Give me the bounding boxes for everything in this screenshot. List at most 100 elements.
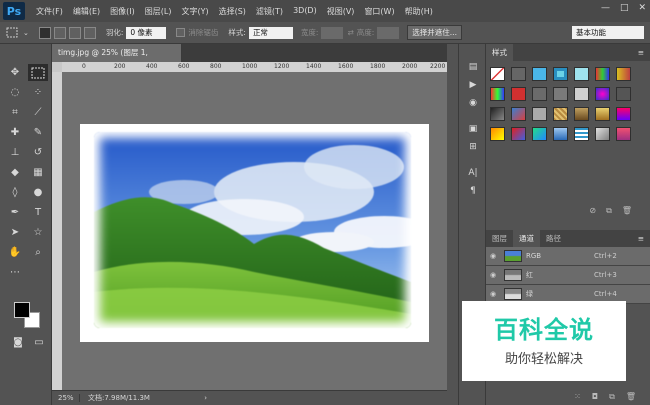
- color-swatches[interactable]: [14, 302, 42, 330]
- paragraph-panel-icon[interactable]: ¶: [459, 182, 487, 200]
- more-tools-icon[interactable]: ⋯: [5, 264, 25, 281]
- style-swatch[interactable]: [553, 107, 568, 121]
- minimize-button[interactable]: —: [601, 3, 610, 13]
- swatches-panel-icon[interactable]: ◉: [459, 94, 487, 112]
- width-input[interactable]: [321, 26, 344, 39]
- status-menu-arrow-icon[interactable]: ›: [204, 394, 207, 402]
- new-channel-icon[interactable]: ⧉: [609, 392, 615, 402]
- shape-tool-icon[interactable]: ☆: [28, 224, 48, 241]
- character-panel-icon[interactable]: A|: [459, 164, 487, 182]
- delete-style-icon[interactable]: 🗑: [622, 206, 632, 222]
- marquee-tool-icon[interactable]: [28, 64, 48, 81]
- style-swatch[interactable]: [595, 127, 610, 141]
- eye-icon[interactable]: ◉: [486, 271, 500, 279]
- menu-select[interactable]: 选择(S): [214, 6, 251, 17]
- swap-icon[interactable]: ⇄: [347, 28, 353, 37]
- menu-help[interactable]: 帮助(H): [400, 6, 438, 17]
- select-and-mask-button[interactable]: 选择并遮住...: [407, 25, 462, 40]
- style-swatch[interactable]: [490, 127, 505, 141]
- load-selection-icon[interactable]: ⁙: [574, 392, 581, 401]
- history-brush-tool-icon[interactable]: ↺: [28, 144, 48, 161]
- style-swatch[interactable]: [490, 67, 505, 81]
- history-panel-icon[interactable]: ▤: [459, 58, 487, 76]
- menu-window[interactable]: 窗口(W): [359, 6, 399, 17]
- style-swatch[interactable]: [616, 87, 631, 101]
- actions-play-icon[interactable]: ▶: [459, 76, 487, 94]
- quick-mask-icon[interactable]: ◙: [8, 334, 28, 351]
- tab-paths[interactable]: 路径: [540, 230, 567, 247]
- save-selection-icon[interactable]: ◘: [592, 392, 598, 401]
- eyedropper-tool-icon[interactable]: ⟋: [28, 104, 48, 121]
- style-swatch[interactable]: [595, 107, 610, 121]
- menu-edit[interactable]: 编辑(E): [68, 6, 105, 17]
- menu-type[interactable]: 文字(Y): [176, 6, 213, 17]
- style-swatch[interactable]: [532, 107, 547, 121]
- zoom-level[interactable]: 25%: [52, 394, 80, 402]
- style-select[interactable]: 正常: [248, 26, 293, 39]
- canvas-area[interactable]: [62, 72, 447, 390]
- foreground-color[interactable]: [14, 302, 30, 318]
- tab-layers[interactable]: 图层: [486, 230, 513, 247]
- style-swatch[interactable]: [553, 127, 568, 141]
- style-swatch[interactable]: [490, 87, 505, 101]
- clear-style-icon[interactable]: ⊘: [589, 206, 596, 222]
- channel-row[interactable]: ◉ RGB Ctrl+2: [486, 247, 650, 266]
- subtract-selection-icon[interactable]: [68, 26, 81, 39]
- menu-filter[interactable]: 滤镜(T): [251, 6, 288, 17]
- lasso-tool-icon[interactable]: ◌: [5, 84, 25, 101]
- new-style-icon[interactable]: ⧉: [606, 206, 612, 222]
- style-swatch[interactable]: [574, 87, 589, 101]
- clone-stamp-tool-icon[interactable]: ⊥: [5, 144, 25, 161]
- panel-menu-icon[interactable]: ≡: [638, 48, 644, 57]
- restore-button[interactable]: □: [620, 3, 629, 13]
- style-swatch[interactable]: [511, 87, 526, 101]
- screen-mode-icon[interactable]: ▭: [29, 334, 49, 351]
- style-swatch[interactable]: [511, 67, 526, 81]
- antialias-checkbox[interactable]: [176, 28, 186, 37]
- brush-tool-icon[interactable]: ✎: [28, 124, 48, 141]
- pen-tool-icon[interactable]: ✒: [5, 204, 25, 221]
- marquee-preset-icon[interactable]: ⌄: [6, 27, 29, 39]
- healing-brush-tool-icon[interactable]: ✚: [5, 124, 25, 141]
- eye-icon[interactable]: ◉: [486, 290, 500, 298]
- menu-image[interactable]: 图像(I): [105, 6, 140, 17]
- adjustments-panel-icon[interactable]: ⊞: [459, 138, 487, 156]
- style-swatch[interactable]: [532, 87, 547, 101]
- style-swatch[interactable]: [532, 67, 547, 81]
- new-selection-icon[interactable]: [38, 26, 51, 39]
- style-swatch[interactable]: [616, 67, 631, 81]
- type-tool-icon[interactable]: T: [28, 204, 48, 221]
- crop-tool-icon[interactable]: ⌗: [5, 104, 25, 121]
- delete-channel-icon[interactable]: 🗑: [626, 392, 636, 401]
- add-selection-icon[interactable]: [53, 26, 66, 39]
- style-swatch[interactable]: [574, 67, 589, 81]
- properties-panel-icon[interactable]: ▣: [459, 120, 487, 138]
- quick-select-tool-icon[interactable]: ⁘: [28, 84, 48, 101]
- document-tab[interactable]: timg.jpg @ 25% (图层 1, RGB/8#) * ×: [52, 44, 182, 75]
- vertical-ruler[interactable]: [52, 72, 62, 390]
- dodge-tool-icon[interactable]: ●: [28, 184, 48, 201]
- style-swatch[interactable]: [616, 107, 631, 121]
- style-swatch[interactable]: [574, 107, 589, 121]
- move-tool-icon[interactable]: ✥: [5, 64, 25, 81]
- style-swatch[interactable]: [574, 127, 589, 141]
- eye-icon[interactable]: ◉: [486, 252, 500, 260]
- menu-3d[interactable]: 3D(D): [288, 6, 322, 17]
- height-input[interactable]: [377, 26, 400, 39]
- style-swatch[interactable]: [616, 127, 631, 141]
- tab-styles[interactable]: 样式: [486, 44, 513, 61]
- close-button[interactable]: ✕: [638, 3, 646, 13]
- intersect-selection-icon[interactable]: [83, 26, 96, 39]
- document-canvas[interactable]: [80, 124, 429, 342]
- menu-file[interactable]: 文件(F): [31, 6, 68, 17]
- gradient-tool-icon[interactable]: ▦: [28, 164, 48, 181]
- menu-view[interactable]: 视图(V): [322, 6, 360, 17]
- zoom-tool-icon[interactable]: ⌕: [28, 244, 48, 261]
- style-swatch[interactable]: [532, 127, 547, 141]
- style-swatch[interactable]: [490, 107, 505, 121]
- style-swatch[interactable]: [595, 87, 610, 101]
- channel-row[interactable]: ◉ 红 Ctrl+3: [486, 266, 650, 285]
- path-select-tool-icon[interactable]: ➤: [5, 224, 25, 241]
- eraser-tool-icon[interactable]: ◆: [5, 164, 25, 181]
- feather-input[interactable]: 0 像素: [126, 26, 167, 39]
